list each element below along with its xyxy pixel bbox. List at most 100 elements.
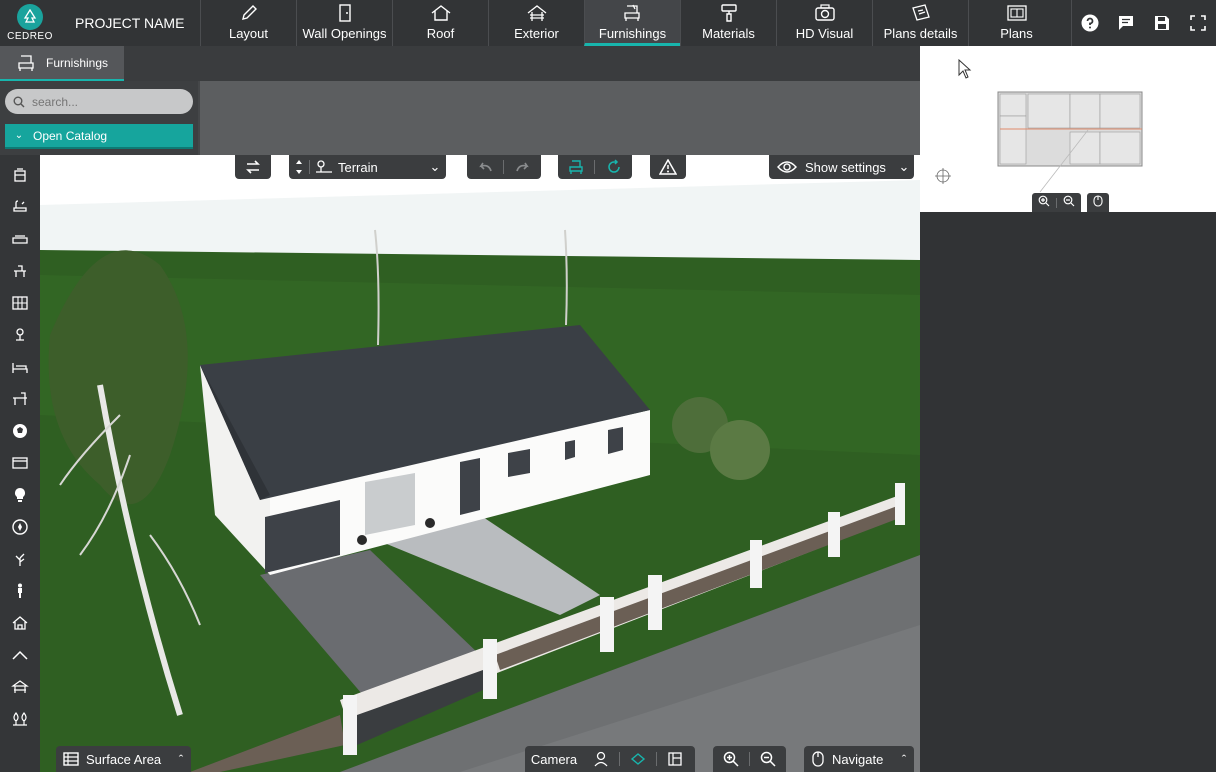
undo-button[interactable] — [467, 155, 503, 179]
save-icon[interactable] — [1144, 0, 1180, 46]
tab-materials[interactable]: Materials — [680, 0, 776, 46]
surface-area-label: Surface Area — [86, 751, 162, 767]
aerial-view-button[interactable] — [620, 746, 656, 772]
open-catalog-button[interactable]: ⌄ Open Catalog — [5, 124, 193, 149]
zoom-out-icon — [760, 751, 776, 767]
rotate-tool-button[interactable] — [595, 155, 632, 179]
tab-layout[interactable]: Layout — [200, 0, 296, 46]
terrain-selector[interactable]: Terrain ⌄ — [289, 155, 446, 179]
chevron-up-icon: ˆ — [901, 751, 907, 767]
surface-area-toggle[interactable]: Surface Area ˆ — [56, 746, 191, 772]
tab-label: HD Visual — [795, 26, 854, 41]
tab-furnishings[interactable]: Furnishings — [584, 0, 680, 46]
tab-wall-openings[interactable]: Wall Openings — [296, 0, 392, 46]
trees-icon[interactable] — [7, 707, 33, 731]
tab-exterior[interactable]: Exterior — [488, 0, 584, 46]
ball-icon[interactable] — [7, 419, 33, 443]
category-sidebar — [0, 155, 40, 772]
chevron-down-icon: ⌄ — [898, 159, 910, 174]
select-furniture-button[interactable] — [558, 155, 594, 179]
subtab-furnishings[interactable]: Furnishings — [0, 46, 124, 81]
chat-icon[interactable] — [1108, 0, 1144, 46]
compass-icon[interactable] — [7, 515, 33, 539]
tab-roof[interactable]: Roof — [392, 0, 488, 46]
top-navigation-bar: CEDREO PROJECT NAME Layout Wall Openings… — [0, 0, 1216, 46]
office-icon[interactable] — [7, 387, 33, 411]
armchair-icon — [623, 4, 640, 21]
swap-view-button[interactable] — [235, 155, 271, 179]
minimap-zoom-out-icon[interactable] — [1063, 194, 1075, 212]
armchair-icon — [18, 54, 34, 71]
living-icon[interactable] — [7, 227, 33, 251]
storage-icon[interactable] — [7, 291, 33, 315]
person-icon[interactable] — [7, 579, 33, 603]
plans-details-icon — [911, 4, 930, 21]
visitor-view-button[interactable] — [583, 746, 619, 772]
swap-icon — [246, 160, 260, 174]
warnings-toolbar — [650, 155, 686, 179]
tab-plans-details[interactable]: Plans details — [872, 0, 968, 46]
plant-icon[interactable] — [7, 547, 33, 571]
brand-name: CEDREO — [7, 31, 53, 42]
minimap-zoom-group — [1032, 193, 1081, 212]
exterior-icon — [527, 5, 546, 21]
show-settings-dropdown[interactable]: Show settings ⌄ — [769, 155, 914, 179]
cedreo-logo[interactable]: CEDREO — [0, 0, 60, 46]
paint-roller-icon — [720, 4, 737, 22]
dining-icon[interactable] — [7, 259, 33, 283]
plan-view-button[interactable] — [657, 746, 693, 772]
zoom-in-icon — [723, 751, 739, 767]
lamp-icon[interactable] — [7, 323, 33, 347]
catalog-results-area — [198, 81, 920, 155]
terrain-label: Terrain — [338, 159, 378, 175]
mouse-icon — [804, 746, 832, 772]
roof-icon — [431, 5, 450, 21]
help-icon[interactable] — [1072, 0, 1108, 46]
navigate-label: Navigate — [832, 751, 884, 767]
warnings-button[interactable] — [650, 155, 686, 179]
search-box[interactable] — [5, 89, 193, 114]
bathroom-icon[interactable] — [7, 195, 33, 219]
tab-plans[interactable]: Plans — [968, 0, 1064, 46]
3d-scene[interactable] — [40, 155, 920, 772]
3d-viewport[interactable]: Terrain ⌄ Show settings ⌄ Surface Area ˆ… — [40, 155, 920, 772]
plans-icon — [1006, 5, 1027, 21]
rotate-icon — [607, 159, 620, 173]
bedroom-icon[interactable] — [7, 355, 33, 379]
undo-icon — [479, 162, 492, 172]
gazebo-icon[interactable] — [7, 675, 33, 699]
divider — [1056, 197, 1057, 208]
kitchen-icon[interactable] — [7, 163, 33, 187]
project-name[interactable]: PROJECT NAME — [60, 0, 200, 46]
level-stepper[interactable] — [289, 155, 309, 179]
chevron-down-icon: ⌄ — [429, 159, 441, 174]
roof-line-icon[interactable] — [7, 643, 33, 667]
zoom-in-button[interactable] — [713, 746, 749, 772]
table-icon — [56, 746, 86, 772]
pencil-icon — [241, 5, 257, 20]
minimap-zoom-in-icon[interactable] — [1038, 194, 1050, 212]
house-icon[interactable] — [7, 611, 33, 635]
zoom-toolbar — [713, 746, 786, 772]
search-input[interactable] — [32, 94, 182, 109]
bulb-icon[interactable] — [7, 483, 33, 507]
tab-hd-visual[interactable]: HD Visual — [776, 0, 872, 46]
tab-label: Exterior — [514, 26, 559, 41]
sub-toolbar: Furnishings — [0, 46, 920, 81]
camera-toolbar: Camera — [525, 746, 695, 772]
camera-button[interactable]: Camera — [525, 746, 583, 772]
redo-button[interactable] — [504, 155, 541, 179]
updown-arrows-icon — [296, 160, 302, 174]
app-root: CEDREO PROJECT NAME Layout Wall Openings… — [0, 0, 1216, 772]
tab-label: Furnishings — [598, 26, 667, 41]
appliance-icon[interactable] — [7, 451, 33, 475]
right-properties-panel — [920, 212, 1216, 772]
fullscreen-icon[interactable] — [1180, 0, 1216, 46]
minimap-mouse-mode[interactable] — [1087, 193, 1109, 212]
search-icon — [13, 96, 25, 107]
cedreo-logo-icon — [17, 4, 43, 30]
zoom-out-button[interactable] — [750, 746, 786, 772]
visitor-icon — [594, 751, 608, 767]
navigate-dropdown[interactable]: Navigate ˆ — [804, 746, 914, 772]
door-icon — [338, 4, 351, 22]
